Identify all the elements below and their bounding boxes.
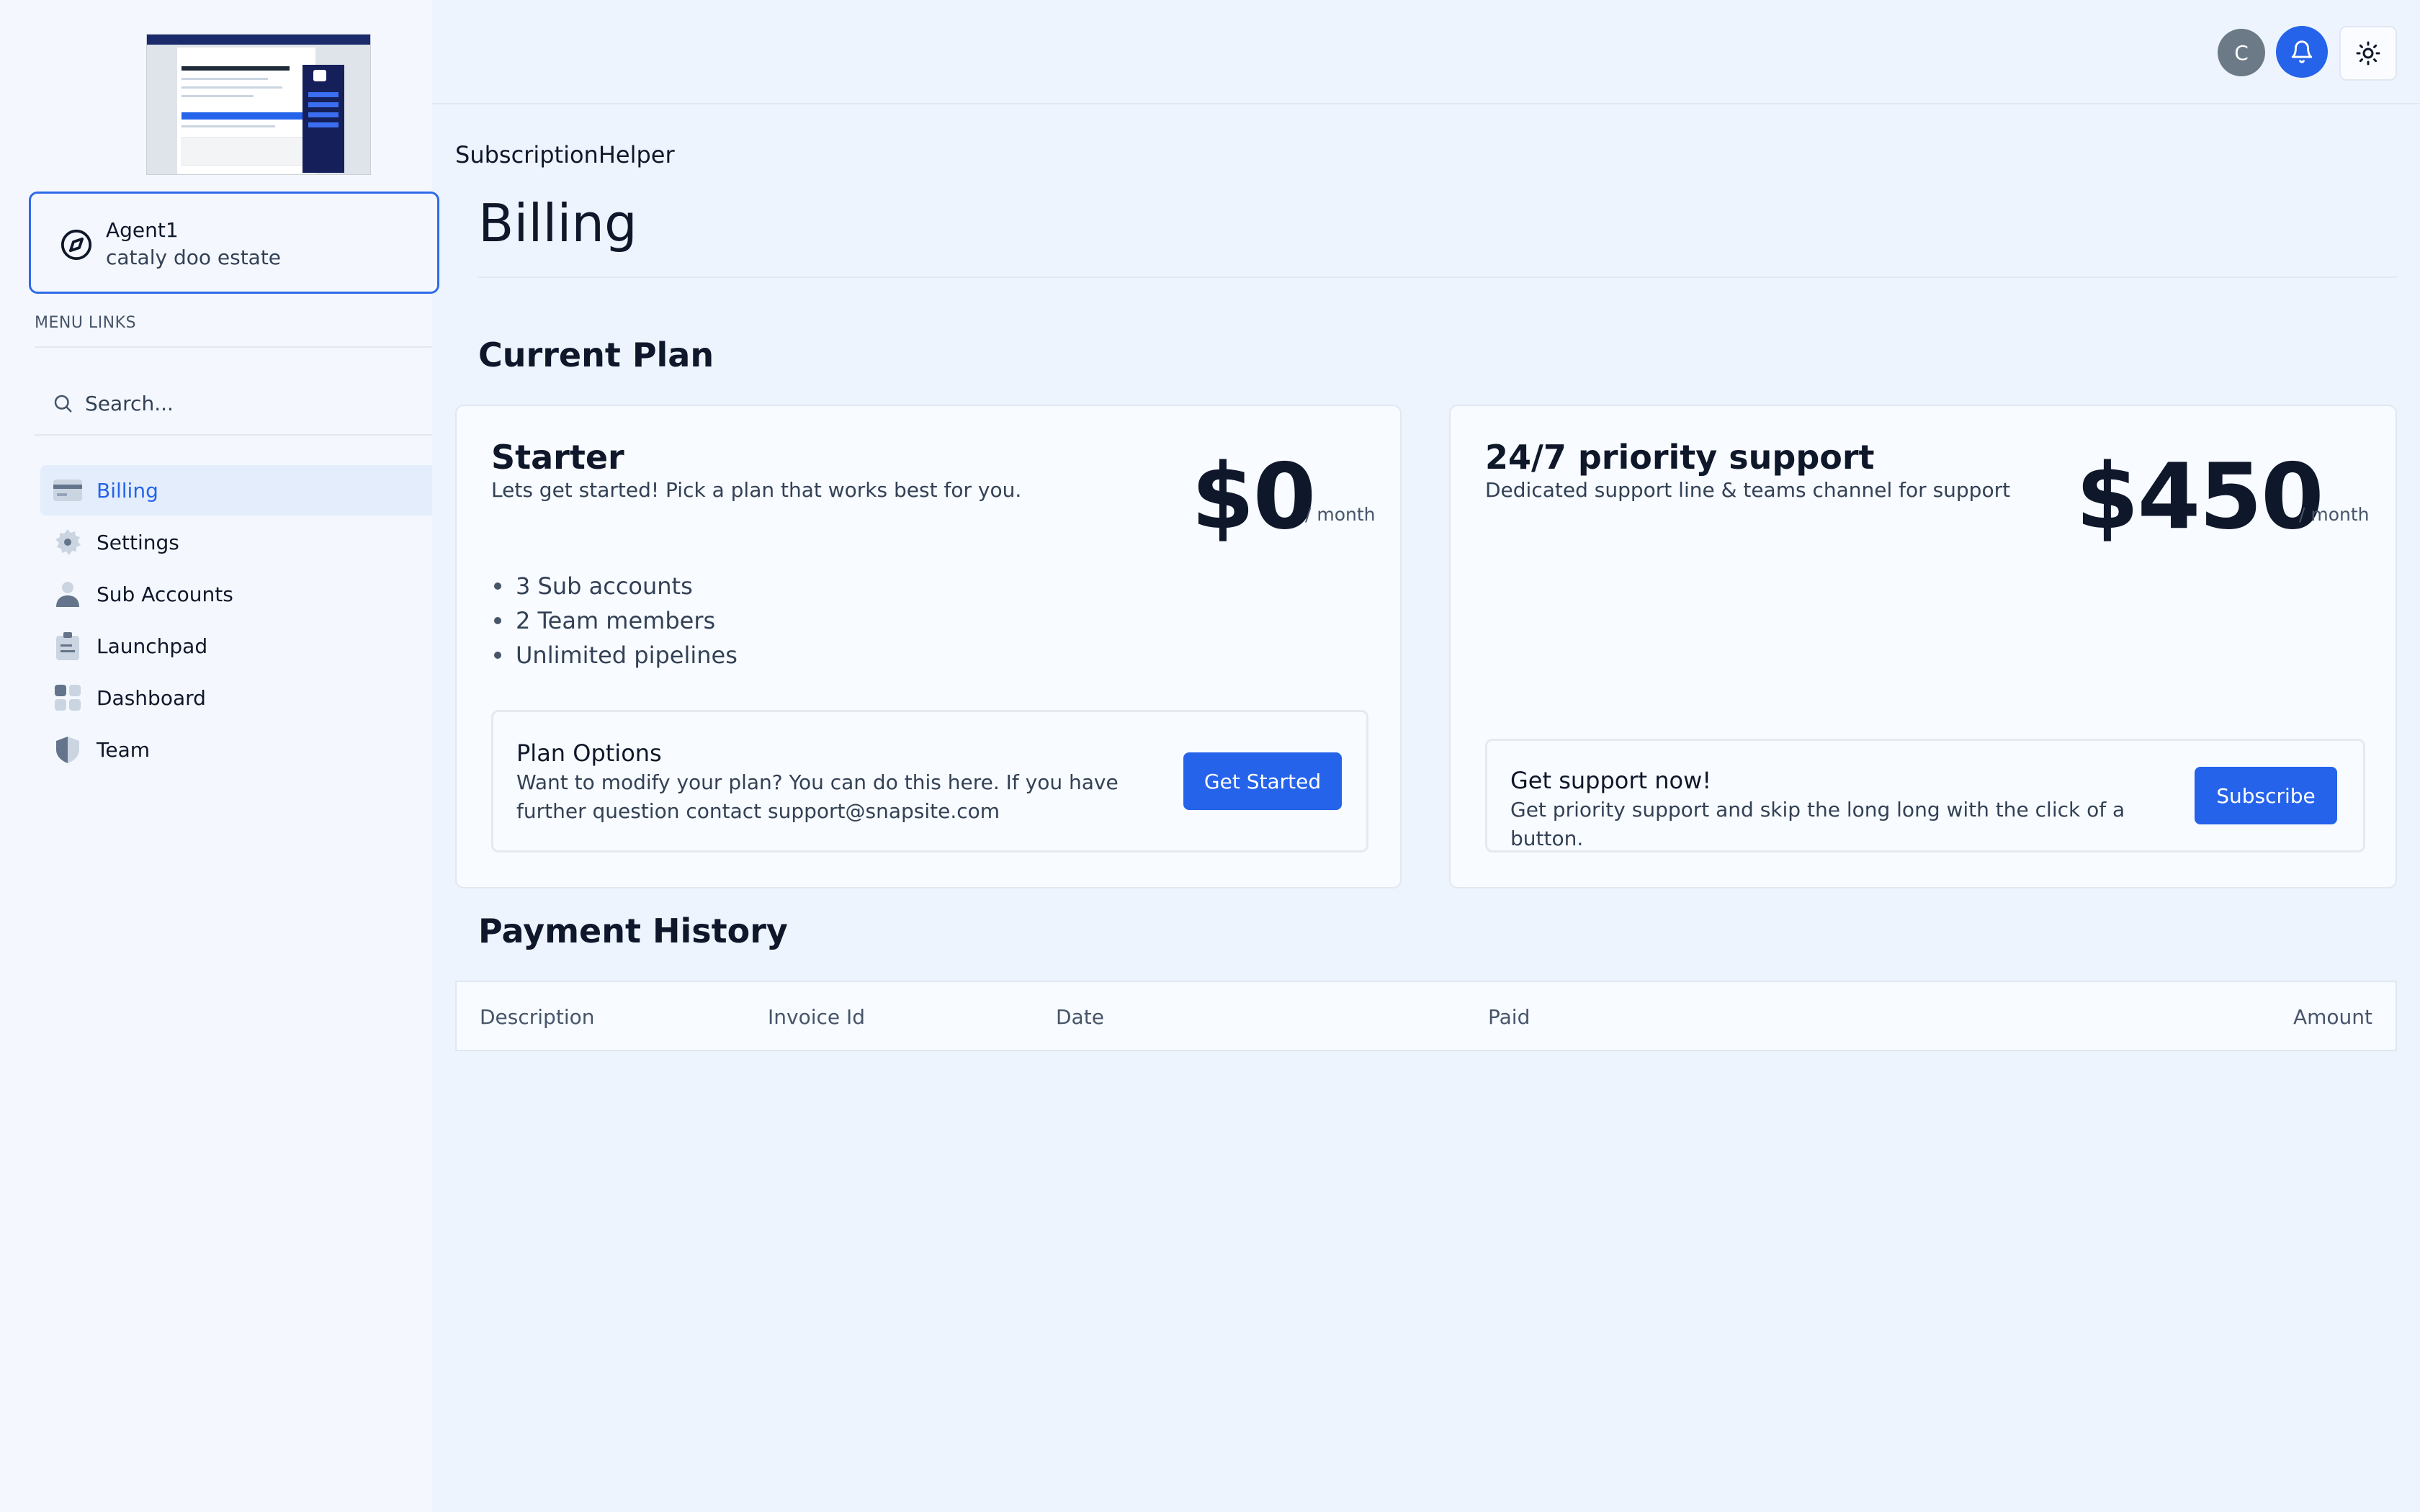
get-started-button[interactable]: Get Started [1183,752,1342,810]
divider [35,434,432,436]
credit-card-icon [53,476,82,505]
plan-features: 3 Sub accounts 2 Team members Unlimited … [491,569,738,672]
payment-history-table: Description Invoice Id Date Paid Amount [455,981,2397,1051]
column-header-date: Date [1056,1005,1104,1029]
divider [478,276,2397,278]
agent-thumbnail-image[interactable] [146,34,371,175]
search-input[interactable] [85,391,431,415]
plan-price: $0 [1191,444,1316,549]
plan-options-title: Plan Options [516,739,662,767]
plan-price: $450 [2076,444,2324,549]
sidebar-item-dashboard[interactable]: Dashboard [40,672,432,723]
sidebar: Agent1 cataly doo estate MENU LINKS Bill… [0,0,439,1512]
sidebar-item-launchpad[interactable]: Launchpad [40,621,432,671]
bell-icon [2291,40,2313,63]
support-cta-text: Get priority support and skip the long l… [1510,798,2125,850]
list-item: Unlimited pipelines [491,638,738,672]
agent-name: Agent1 [106,218,179,242]
search-icon [54,395,72,413]
sidebar-item-team[interactable]: Team [40,724,432,775]
sidebar-item-label: Billing [97,478,158,503]
agent-subtitle: cataly doo estate [106,246,282,269]
sidebar-nav: Billing Settings Sub Accounts Launchpad … [40,465,432,776]
list-item: 3 Sub accounts [491,569,738,603]
compass-icon [60,229,92,261]
sidebar-item-sub-accounts[interactable]: Sub Accounts [40,569,432,619]
plan-options-box: Plan Options Want to modify your plan? Y… [491,710,1368,852]
price-period: / month [2299,504,2370,525]
top-bar [432,0,2420,104]
sidebar-search[interactable] [35,382,432,425]
sidebar-item-label: Settings [97,530,179,554]
column-header-description: Description [480,1005,595,1029]
divider [35,346,432,348]
avatar[interactable]: C [2218,29,2265,76]
list-item: 2 Team members [491,603,738,638]
sun-icon [2356,41,2380,66]
sidebar-item-label: Team [97,737,151,762]
sidebar-item-label: Launchpad [97,634,208,658]
support-cta-box: Get support now! Get priority support an… [1485,739,2365,852]
sidebar-item-settings[interactable]: Settings [40,517,432,567]
plan-options-text: Want to modify your plan? You can do thi… [516,770,1119,823]
notifications-button[interactable] [2276,26,2328,78]
payment-history-heading: Payment History [478,912,788,950]
person-icon [53,580,82,608]
grid-icon [53,683,82,712]
column-header-amount: Amount [2293,1005,2372,1029]
starter-plan-card: Starter Lets get started! Pick a plan th… [455,405,1402,888]
plan-description: Dedicated support line & teams channel f… [1485,478,2011,502]
breadcrumb: SubscriptionHelper [455,141,675,168]
plan-name: 24/7 priority support [1485,438,1875,477]
page-title: Billing [478,193,637,253]
price-period: / month [1305,504,1376,525]
gear-icon [53,528,82,557]
column-header-paid: Paid [1488,1005,1531,1029]
current-plan-heading: Current Plan [478,336,714,374]
clipboard-icon [53,631,82,660]
plan-name: Starter [491,438,624,477]
plan-description: Lets get started! Pick a plan that works… [491,478,1022,502]
column-header-invoice-id: Invoice Id [768,1005,866,1029]
support-cta-title: Get support now! [1510,767,1712,794]
agent-switcher-card[interactable]: Agent1 cataly doo estate [29,192,439,294]
shield-icon [53,735,82,764]
sidebar-item-label: Dashboard [97,685,206,710]
sidebar-item-billing[interactable]: Billing [40,465,432,516]
priority-support-card: 24/7 priority support Dedicated support … [1449,405,2397,888]
menu-links-label: MENU LINKS [35,314,137,332]
subscribe-button[interactable]: Subscribe [2195,767,2337,824]
theme-toggle-button[interactable] [2339,26,2397,81]
sidebar-item-label: Sub Accounts [97,582,233,606]
